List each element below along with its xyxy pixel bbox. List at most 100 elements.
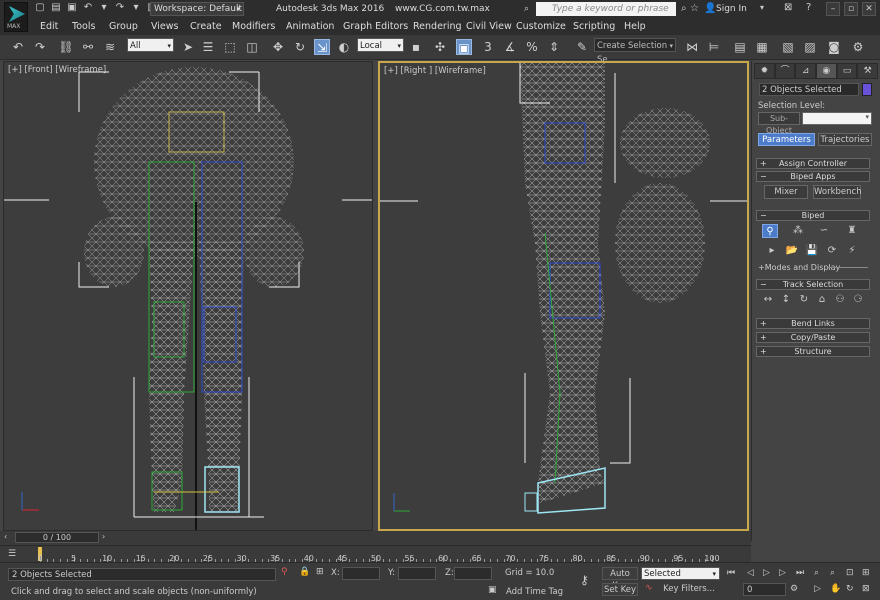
menu-group[interactable]: Group (109, 21, 138, 32)
menu-rendering[interactable]: Rendering (413, 21, 462, 32)
previous-key-icon[interactable]: ◁ (747, 568, 754, 578)
help-icon[interactable]: ? (806, 2, 811, 13)
curve-editor-icon[interactable]: ▧ (780, 39, 796, 55)
spinner-snap-icon[interactable]: ⇕ (546, 39, 562, 55)
viewport-front[interactable]: [+] [Front] [Wireframe] (3, 61, 373, 531)
undo-dropdown-icon[interactable]: ▾ (98, 2, 110, 14)
move-all-mode-icon[interactable]: ⚡ (844, 244, 860, 258)
viewport-label[interactable]: [+] [Front] [Wireframe] (8, 65, 106, 75)
create-tab-icon[interactable]: ✹ (754, 63, 775, 79)
key-filters-button[interactable]: Key Filters... (660, 583, 718, 596)
angle-snap-icon[interactable]: ∡ (502, 39, 518, 55)
next-key-icon[interactable]: ▷ (779, 568, 786, 578)
display-tab-icon[interactable]: ▭ (836, 63, 858, 79)
exchange-icon[interactable]: ⊠ (784, 2, 792, 13)
minimize-icon[interactable]: – (826, 2, 840, 16)
sub-object-button[interactable]: Sub-Object (758, 112, 800, 135)
toggle-ribbon-icon[interactable]: ▦ (754, 39, 770, 55)
maximize-icon[interactable]: ▫ (844, 2, 858, 16)
body-horizontal-icon[interactable]: ↔ (760, 293, 776, 307)
select-link-icon[interactable]: ⛓ (58, 39, 74, 55)
lock-cop-icon[interactable]: ⌂ (814, 293, 830, 307)
redo-dropdown-icon[interactable]: ▾ (130, 2, 142, 14)
render-setup-icon[interactable]: ⚙ (850, 39, 866, 55)
snap-toggle-icon[interactable]: 3 (480, 39, 496, 55)
symmetrical-icon[interactable]: ⚇ (832, 293, 848, 307)
prev-frame-icon[interactable]: ‹ (4, 532, 7, 541)
star-icon[interactable]: ☆ (690, 3, 699, 14)
menu-graph-editors[interactable]: Graph Editors (343, 21, 408, 32)
figure-mode-icon[interactable]: ⚲ (762, 224, 778, 238)
convert-icon[interactable]: ⟳ (824, 244, 840, 258)
undo-icon[interactable]: ↶ (10, 39, 26, 55)
assign-controller-rollout[interactable]: + Assign Controller (756, 158, 870, 169)
menu-modifiers[interactable]: Modifiers (232, 21, 275, 32)
motion-flow-icon[interactable]: ∽ (816, 224, 832, 238)
rectangular-selection-icon[interactable]: ⬚ (222, 39, 238, 55)
pivot-center-icon[interactable]: ▪ (408, 39, 424, 55)
sub-object-dropdown[interactable]: ▾ (802, 112, 872, 125)
menu-customize[interactable]: Customize (516, 21, 566, 32)
window-crossing-icon[interactable]: ◫ (244, 39, 260, 55)
select-scale-icon[interactable]: ⇲ (314, 39, 330, 55)
close-icon[interactable]: ✕ (862, 2, 876, 16)
workspace-dropdown[interactable]: Workspace: Default ▾ (150, 2, 244, 16)
layer-explorer-icon[interactable]: ▤ (732, 39, 748, 55)
lock-selection-icon[interactable]: 🔒 (299, 567, 310, 577)
field-of-view-icon[interactable]: ▷ (814, 584, 821, 594)
select-manipulate-icon[interactable]: ✣ (432, 39, 448, 55)
isolate-icon[interactable]: ⚲ (281, 567, 288, 577)
viewport-label[interactable]: [+] [Right ] [Wireframe] (384, 66, 486, 76)
place-icon[interactable]: ◐ (336, 39, 352, 55)
app-logo-button[interactable]: MAX (4, 2, 28, 32)
schematic-view-icon[interactable]: ▨ (802, 39, 818, 55)
tangent-icon[interactable]: ∿ (645, 583, 653, 593)
user-icon[interactable]: 👤 (704, 3, 716, 14)
body-rotation-icon[interactable]: ↻ (796, 293, 812, 307)
select-move-icon[interactable]: ✥ (270, 39, 286, 55)
set-key-button[interactable]: Set Key (602, 583, 638, 596)
bend-links-rollout[interactable]: + Bend Links (756, 318, 870, 329)
biped-apps-rollout[interactable]: − Biped Apps (756, 171, 870, 182)
mixer-button[interactable]: Mixer (764, 185, 808, 199)
trajectories-tab[interactable]: Trajectories (818, 133, 872, 146)
opposite-icon[interactable]: ⚆ (850, 293, 866, 307)
align-icon[interactable]: ⊨ (706, 39, 722, 55)
menu-views[interactable]: Views (151, 21, 179, 32)
key-mode-dropdown[interactable]: Selected ▾ (641, 567, 720, 580)
time-slider[interactable]: 0 / 100 (15, 532, 99, 543)
track-selection-rollout[interactable]: − Track Selection (756, 279, 870, 290)
select-object-icon[interactable]: ➤ (180, 39, 196, 55)
y-coordinate-field[interactable] (398, 567, 436, 580)
timeline-ruler[interactable]: ☰ 0 5 10 15 20 25 30 35 40 45 50 55 60 65 70 75 80 85 90 95… (0, 545, 751, 563)
save-file-icon[interactable]: 💾 (804, 244, 820, 258)
reference-coordinate-dropdown[interactable]: Local ▾ (357, 38, 404, 52)
x-coordinate-field[interactable] (342, 567, 380, 580)
search-icon[interactable]: ⌕ (681, 3, 687, 14)
load-file-icon[interactable]: 📂 (784, 244, 800, 258)
new-file-icon[interactable]: ▢ (34, 2, 46, 14)
add-time-tag-button[interactable]: Add Time Tag (506, 587, 563, 597)
edit-named-selection-icon[interactable]: ✎ (574, 39, 590, 55)
zoom-icon[interactable]: ⌕ (814, 568, 819, 578)
unlink-icon[interactable]: ⚯ (80, 39, 96, 55)
orbit-icon[interactable]: ↻ (846, 584, 854, 594)
mixer-mode-icon[interactable]: ♜ (844, 224, 860, 238)
body-vertical-icon[interactable]: ↕ (778, 293, 794, 307)
menu-help[interactable]: Help (624, 21, 646, 32)
maximize-viewport-icon[interactable]: ⊠ (862, 584, 870, 594)
menu-create[interactable]: Create (190, 21, 222, 32)
biped-rollout[interactable]: − Biped (756, 210, 870, 221)
transform-mode-icon[interactable]: ⊞ (316, 567, 324, 577)
chevron-down-icon[interactable]: ▾ (760, 3, 764, 12)
undo-icon[interactable]: ↶ (82, 2, 94, 14)
workbench-button[interactable]: Workbench (813, 185, 862, 199)
maxscript-listener-icon[interactable]: ▣ (488, 585, 497, 595)
select-rotate-icon[interactable]: ↻ (292, 39, 308, 55)
object-name-field[interactable]: 2 Objects Selected (759, 83, 859, 96)
viewport-right[interactable]: [+] [Right ] [Wireframe] (378, 61, 749, 531)
redo-icon[interactable]: ↷ (114, 2, 126, 14)
named-selection-set-dropdown[interactable]: Create Selection Se ▾ (594, 38, 676, 65)
utilities-tab-icon[interactable]: ⚒ (857, 63, 879, 79)
motion-tab-icon[interactable]: ◉ (816, 63, 837, 79)
